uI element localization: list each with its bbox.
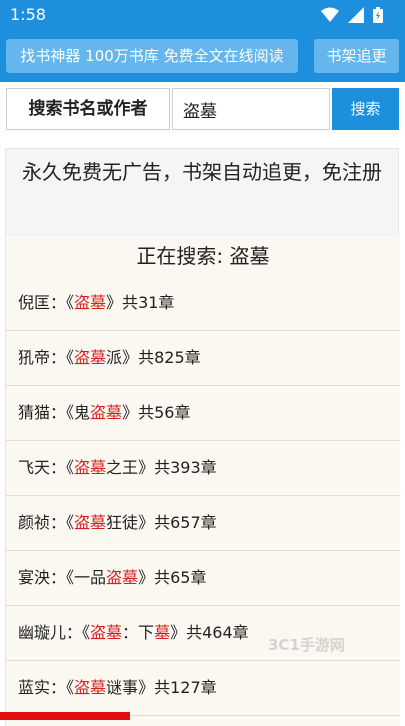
result-chapters: 464 [202,623,233,642]
result-item[interactable]: 颜祯：《盗墓狂徒》共657章 [6,496,400,551]
searching-status: 正在搜索: 盗墓 [136,244,270,268]
title-highlight: 盗墓 [74,513,107,532]
watermark: 3C1手游网 [268,636,345,654]
status-icons [317,7,383,23]
result-chapters: 657 [170,513,201,532]
title-text: 狂徒 [106,513,139,532]
result-title[interactable]: 盗墓派 [74,348,122,367]
result-item[interactable]: 猜猫：《鬼盗墓》共56章 [6,386,400,441]
result-item[interactable]: 飞天：《盗墓之王》共393章 [6,441,400,496]
title-text: ：下 [122,623,155,642]
title-highlight: 盗墓 [106,568,139,587]
scroll-indicator [0,712,130,720]
title-highlight: 盗墓 [90,403,123,422]
wifi-icon [320,7,339,22]
result-chapters: 65 [170,568,191,587]
result-chapters: 56 [154,403,175,422]
result-title[interactable]: 盗墓谜事 [74,678,138,697]
signal-icon [347,7,364,23]
bookshelf-button[interactable]: 书架追更 [314,39,399,73]
result-author: 倪匡 [18,293,51,312]
search-button[interactable]: 搜索 [332,88,399,130]
title-highlight: 盗墓 [74,458,107,477]
title-text: 鬼 [74,403,91,422]
result-title[interactable]: 一品盗墓 [74,568,138,587]
title-highlight: 盗墓 [74,348,107,367]
title-text: 派 [106,348,123,367]
search-input[interactable] [172,88,330,130]
title-text: 谜事 [106,678,139,697]
result-author: 蓝实 [18,678,51,697]
result-item[interactable]: 蓝实：《盗墓谜事》共127章 [6,661,400,716]
result-author: 幽璇儿 [18,623,67,642]
result-item[interactable]: 倪匡：《盗墓》共31章 [6,276,400,331]
result-author: 犼帝 [18,348,51,367]
title-highlight: 墓 [154,623,171,642]
result-item[interactable]: 宴泱：《一品盗墓》共65章 [6,551,400,606]
result-chapters: 825 [154,348,185,367]
result-author: 猜猫 [18,403,51,422]
result-title[interactable]: 盗墓：下墓 [90,623,170,642]
title-highlight: 盗墓 [90,623,123,642]
result-chapters: 127 [170,678,201,697]
app-bar: 找书神器 100万书库 免费全文在线阅读 书架追更 [0,30,405,82]
title-highlight: 盗墓 [74,293,107,312]
result-chapters: 31 [138,293,159,312]
title-text: 一品 [74,568,107,587]
result-title[interactable]: 盗墓之王 [74,458,138,477]
result-title[interactable]: 盗墓狂徒 [74,513,138,532]
result-item[interactable]: 犼帝：《盗墓派》共825章 [6,331,400,386]
search-row: 搜索书名或作者 搜索 [0,86,405,132]
status-bar: 1:58 [0,0,405,30]
battery-icon [373,7,383,23]
result-title[interactable]: 盗墓 [74,293,106,312]
result-chapters: 393 [170,458,201,477]
title-text: 之王 [106,458,139,477]
status-time: 1:58 [10,5,46,24]
result-author: 宴泱 [18,568,51,587]
result-title[interactable]: 鬼盗墓 [74,403,122,422]
title-highlight: 盗墓 [74,678,107,697]
result-author: 颜祯 [18,513,51,532]
title-button[interactable]: 找书神器 100万书库 免费全文在线阅读 [6,39,298,73]
search-label: 搜索书名或作者 [6,88,170,130]
notice-banner: 永久免费无广告，书架自动追更，免注册 [5,148,399,238]
result-author: 飞天 [18,458,51,477]
